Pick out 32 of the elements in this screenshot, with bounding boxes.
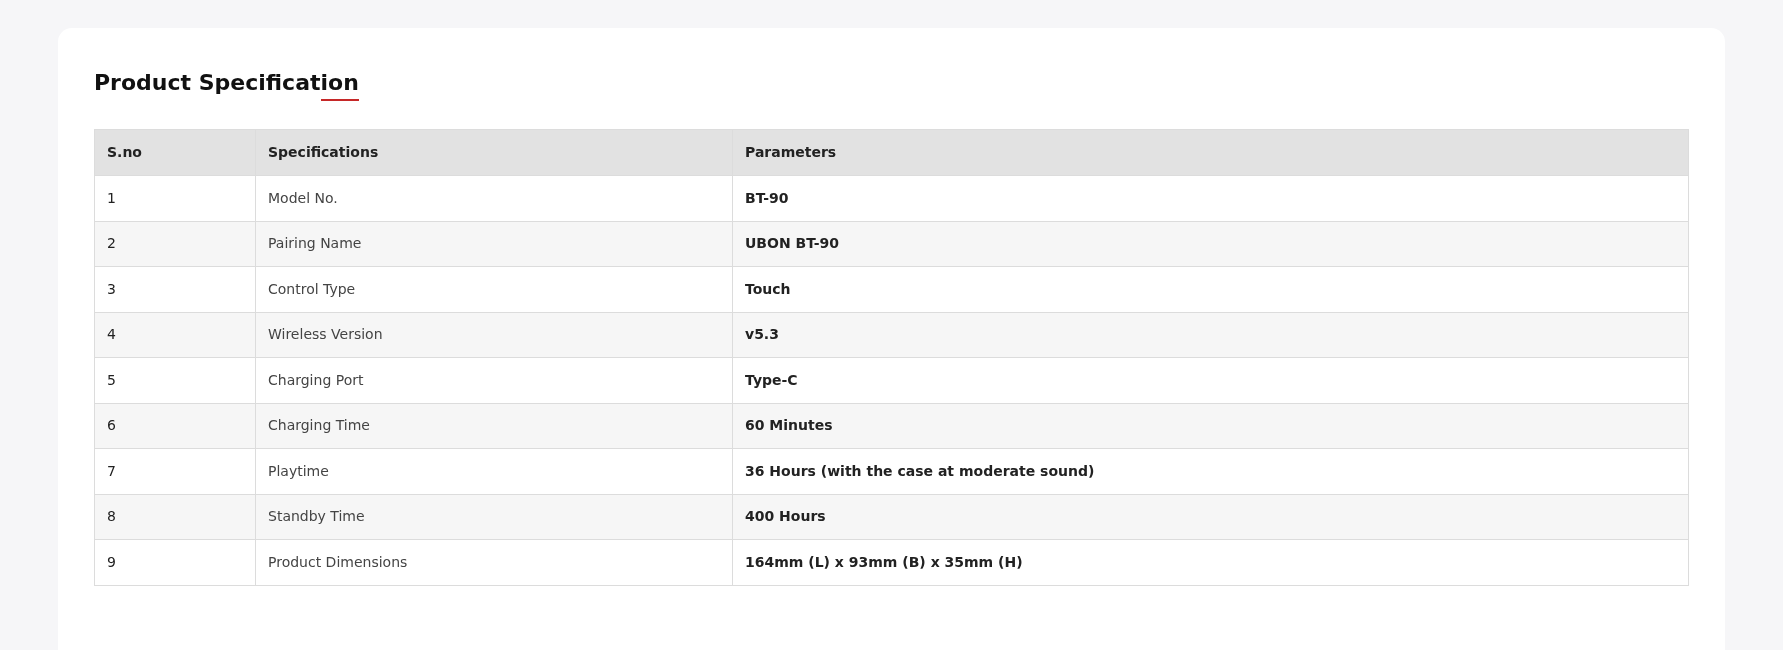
table-cell: 4 bbox=[94, 312, 256, 358]
table-cell: 9 bbox=[94, 539, 256, 585]
column-header: Parameters bbox=[732, 129, 1689, 176]
table-cell: 60 Minutes bbox=[732, 403, 1689, 449]
table-cell: 400 Hours bbox=[732, 494, 1689, 540]
table-cell: Charging Time bbox=[255, 403, 733, 449]
table-cell: Product Dimensions bbox=[255, 539, 733, 585]
table-cell: 8 bbox=[94, 494, 256, 540]
table-cell: Charging Port bbox=[255, 357, 733, 403]
table-cell: Type-C bbox=[732, 357, 1689, 403]
table-cell: Touch bbox=[732, 266, 1689, 312]
column-header: Specifications bbox=[255, 129, 733, 176]
table-cell: 36 Hours (with the case at moderate sound) bbox=[732, 448, 1689, 494]
table-cell: Wireless Version bbox=[255, 312, 733, 358]
table-cell: 7 bbox=[94, 448, 256, 494]
table-cell: 6 bbox=[94, 403, 256, 449]
table-cell: 5 bbox=[94, 357, 256, 403]
table-cell: BT-90 bbox=[732, 175, 1689, 221]
title-accent-line bbox=[320, 99, 359, 101]
table-cell: Pairing Name bbox=[255, 221, 733, 267]
table-cell: UBON BT-90 bbox=[732, 221, 1689, 267]
table-cell: Playtime bbox=[255, 448, 733, 494]
table-cell: 2 bbox=[94, 221, 256, 267]
section-title: Product Specification bbox=[94, 69, 359, 97]
table-cell: Model No. bbox=[255, 175, 733, 221]
table-cell: 1 bbox=[94, 175, 256, 221]
column-header: S.no bbox=[94, 129, 256, 176]
table-cell: 3 bbox=[94, 266, 256, 312]
table-cell: 164mm (L) x 93mm (B) x 35mm (H) bbox=[732, 539, 1689, 585]
table-cell: Standby Time bbox=[255, 494, 733, 540]
table-cell: v5.3 bbox=[732, 312, 1689, 358]
table-cell: Control Type bbox=[255, 266, 733, 312]
